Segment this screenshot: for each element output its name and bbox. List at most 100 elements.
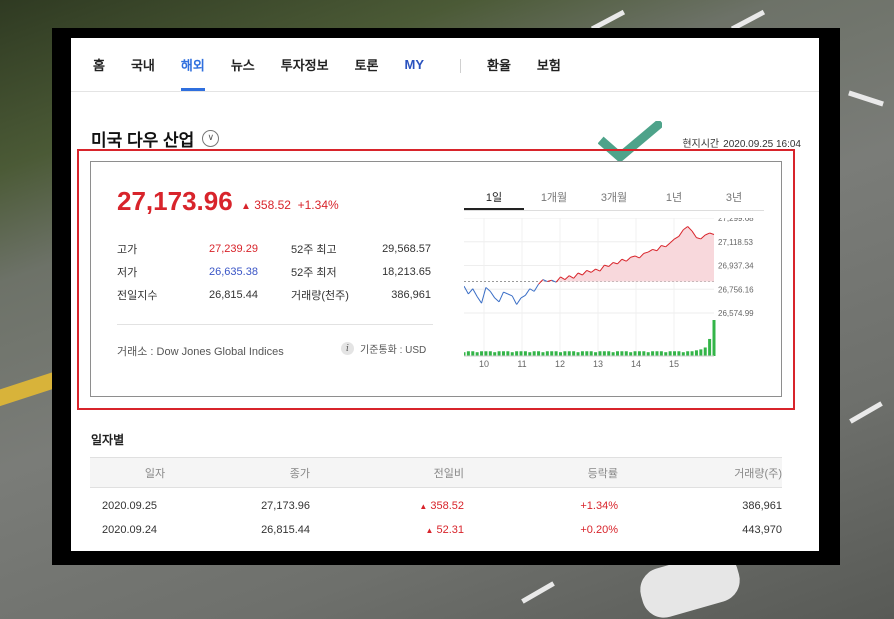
volume-bar: [690, 351, 694, 356]
volume-bar: [501, 351, 505, 356]
volume-bar: [594, 352, 598, 356]
volume-bar: [668, 351, 672, 356]
y-tick-label: 27,299.68: [718, 218, 754, 223]
y-tick-label: 26,756.16: [718, 285, 754, 294]
nav-item-8[interactable]: 보험: [537, 41, 561, 91]
volume-bar: [664, 352, 668, 356]
volume-bar: [475, 352, 479, 356]
y-tick-label: 27,118.53: [718, 238, 754, 247]
stat-row: 저가 26,635.38 52주 최저 18,213.65: [117, 260, 437, 283]
volume-bar: [637, 351, 641, 356]
nav-item-3[interactable]: 뉴스: [231, 41, 255, 91]
volume-bar: [558, 352, 562, 356]
volume-bar: [607, 351, 611, 356]
chart-tab-3[interactable]: 1년: [644, 187, 704, 210]
chevron-down-icon[interactable]: ∨: [202, 129, 220, 147]
nav-item-5[interactable]: 토론: [355, 41, 379, 91]
info-icon[interactable]: i: [341, 342, 354, 355]
nav-item-1[interactable]: 국내: [131, 41, 155, 91]
volume-bar: [519, 351, 523, 356]
chart-tab-2[interactable]: 3개월: [584, 187, 644, 210]
volume-bar: [471, 351, 475, 356]
volume-bar: [677, 351, 681, 356]
row-diff: ▲ 52.31: [310, 518, 464, 542]
volume-bar: [686, 351, 690, 356]
nav-item-6[interactable]: MY: [405, 41, 425, 91]
volume-bar: [589, 351, 593, 356]
price-line-segment: [489, 291, 496, 299]
divider: [117, 324, 433, 325]
chart-tab-0[interactable]: 1일: [464, 187, 524, 210]
volume-bar: [497, 351, 501, 356]
volume-bar: [545, 351, 549, 356]
chart-period-tabs: 1일 1개월 3개월 1년 3년: [464, 187, 764, 211]
chart-tab-1[interactable]: 1개월: [524, 187, 584, 210]
row-diff: ▲ 358.52: [310, 488, 464, 518]
row-diff-value: 52.31: [436, 523, 464, 536]
top-nav: 홈 국내 해외 뉴스 투자정보 토론 MY 환율 보험: [71, 38, 819, 92]
volume-bar: [506, 351, 510, 356]
w52-low-value: 18,213.65: [382, 265, 431, 278]
prev-label: 전일지수: [117, 289, 158, 302]
header-date: 일자: [90, 457, 220, 488]
volume-bar: [681, 352, 685, 356]
volume-bar: [554, 351, 558, 356]
price-line-segment: [533, 283, 539, 292]
volume-bar: [655, 351, 659, 356]
y-tick-label: 26,574.99: [718, 309, 754, 318]
volume-bar: [563, 351, 567, 356]
volume-bar: [580, 351, 584, 356]
volume-bar: [598, 351, 602, 356]
volume-bar: [484, 351, 488, 356]
volume-bar: [616, 351, 620, 356]
x-tick-label: 13: [593, 359, 603, 368]
row-volume: 443,970: [742, 523, 782, 536]
current-price: 27,173.96: [117, 186, 233, 216]
nav-item-2[interactable]: 해외: [180, 41, 205, 91]
change-value: 358.52: [254, 198, 291, 212]
row-rate: +0.20%: [580, 523, 618, 536]
table-row[interactable]: 2020.09.24 26,815.44 ▲ 52.31 +0.20% 443,…: [90, 518, 782, 542]
nav-item-0[interactable]: 홈: [93, 41, 105, 91]
volume-bar: [673, 351, 677, 356]
volume-bar: [515, 351, 519, 356]
nav-item-7[interactable]: 환율: [487, 41, 511, 91]
volume-bar: [537, 351, 541, 356]
volume-label: 거래량(천주): [291, 289, 349, 302]
up-arrow-icon: ▲: [241, 201, 251, 212]
volume-bar: [712, 320, 716, 356]
volume-bar: [629, 352, 633, 356]
price-line-segment: [476, 296, 482, 304]
volume-bar: [624, 351, 628, 356]
volume-bar: [651, 351, 655, 356]
volume-bar: [633, 351, 637, 356]
volume-bar: [576, 352, 580, 356]
w52-low-label: 52주 최저: [291, 266, 337, 279]
daily-table: 일자 종가 전일비 등락률 거래량(주) 2020.09.25 27,173.9…: [90, 457, 782, 542]
price-line-segment: [507, 293, 513, 297]
table-row[interactable]: 2020.09.25 27,173.96 ▲ 358.52 +1.34% 386…: [90, 488, 782, 518]
nav-item-4[interactable]: 투자정보: [281, 41, 329, 91]
up-arrow-icon: ▲: [419, 501, 428, 511]
row-volume: 386,961: [742, 499, 782, 512]
volume-value: 386,961: [391, 288, 431, 301]
volume-bar: [493, 352, 497, 356]
volume-bar: [708, 338, 712, 356]
low-value: 26,635.38: [209, 265, 258, 278]
price-change: ▲ 358.52 +1.34%: [241, 198, 339, 212]
volume-bar: [510, 352, 514, 356]
stock-page: 홈 국내 해외 뉴스 투자정보 토론 MY 환율 보험 미국 다우 산업 ∨ 현지시간 2020.…: [71, 38, 819, 551]
stats-table: 고가 27,239.29 52주 최고 29,568.57 저가 26,635.…: [117, 237, 437, 306]
currency-info: i 기준통화 : USD: [341, 341, 426, 356]
price-line-segment: [511, 295, 518, 305]
change-percent: +1.34%: [297, 198, 339, 212]
volume-bar: [488, 351, 492, 356]
volume-bar: [572, 351, 576, 356]
volume-bar: [567, 351, 571, 356]
local-time: 현지시간 2020.09.25 16:04: [682, 135, 801, 150]
x-tick-label: 15: [669, 359, 679, 368]
price-line-segment: [498, 291, 504, 303]
volume-bar: [532, 351, 536, 356]
price-line-segment: [494, 297, 500, 303]
chart-tab-4[interactable]: 3년: [704, 187, 764, 210]
